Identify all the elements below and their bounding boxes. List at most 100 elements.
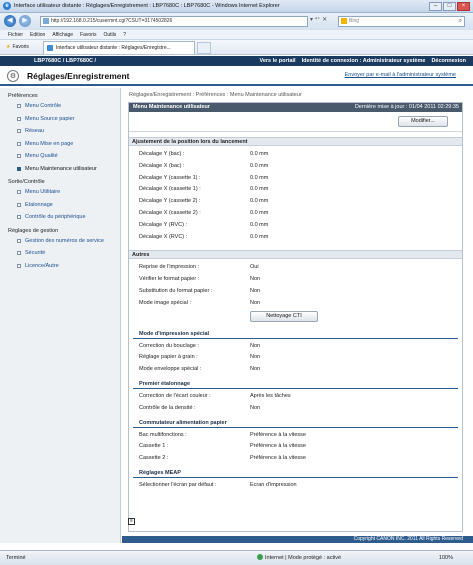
sidebar-section-gestion: Réglages de gestion xyxy=(8,227,59,234)
setting-label: Décalage Y (RVC) : xyxy=(139,221,187,228)
modify-row: Modifier... xyxy=(129,112,462,132)
address-text: http://192.168.0.215/cusermnt.cgi?CSUT=3… xyxy=(51,18,173,24)
sidebar-item-mise-en-page[interactable]: Menu Mise en page xyxy=(0,139,120,152)
menu-favorites[interactable]: Favoris xyxy=(80,30,96,39)
ie-icon: e xyxy=(3,2,11,10)
subsection-header-meap: Réglages MEAP xyxy=(133,469,458,478)
menu-view[interactable]: Affichage xyxy=(52,30,73,39)
sidebar-item-etalonnage[interactable]: Etalonnage xyxy=(0,200,120,213)
status-text: Terminé xyxy=(6,555,26,561)
setting-label: Correction du bouclage : xyxy=(139,342,199,349)
search-input[interactable]: Bing ⌕ xyxy=(338,16,465,27)
setting-row: Décalage X (RVC) : 0.0 mm xyxy=(129,232,462,244)
login-identity: Identité de connexion : Administrateur s… xyxy=(301,58,426,64)
page-top-icon[interactable]: ≡ xyxy=(128,518,135,525)
setting-row: Décalage X (cassette 2) : 0.0 mm xyxy=(129,208,462,220)
setting-row: Cassette 1 : Préférence à la vitesse xyxy=(129,441,462,453)
forward-button[interactable]: ▶ xyxy=(19,15,31,27)
setting-value: Non xyxy=(250,276,261,283)
sidebar-item-maintenance[interactable]: Menu Maintenance utilisateur xyxy=(0,164,120,177)
browser-tab[interactable]: Interface utilisateur distante : Réglage… xyxy=(43,41,195,54)
page-icon xyxy=(43,18,49,24)
search-placeholder: Bing xyxy=(349,18,360,24)
bullet-icon xyxy=(17,251,21,255)
globe-icon xyxy=(257,554,263,560)
sidebar-item-label: Etalonnage xyxy=(25,201,53,208)
subsection-header-commutateur: Commutateur alimentation papier xyxy=(133,419,458,428)
setting-row: Contrôle de la densité : Non xyxy=(129,403,462,415)
back-button[interactable]: ◀ xyxy=(4,15,16,27)
logout-link[interactable]: Déconnexion xyxy=(431,56,466,66)
setting-value: 0.0 mm xyxy=(250,186,269,193)
setting-row: Décalage Y (bac) : 0.0 mm xyxy=(129,149,462,161)
minimize-button[interactable]: – xyxy=(429,2,442,11)
main-content: Réglages/Enregistrement : Préférences : … xyxy=(122,88,473,543)
menu-bar: Fichier Edition Affichage Favoris Outils… xyxy=(0,30,473,40)
portal-link[interactable]: Vers le portail xyxy=(259,56,295,66)
address-toolbar: ◀ ▶ http://192.168.0.215/cusermnt.cgi?CS… xyxy=(0,13,473,30)
setting-row: Mode enveloppe spécial : Non xyxy=(129,364,462,376)
tab-icon xyxy=(47,45,53,51)
star-icon: ★ xyxy=(6,44,11,50)
setting-value: Non xyxy=(250,366,261,373)
new-tab-button[interactable] xyxy=(197,42,211,54)
sidebar-item-reseau[interactable]: Réseau xyxy=(0,126,120,139)
cti-row: Nettoyage CTI xyxy=(129,310,462,325)
app-header: ⚙ Réglages/Enregistrement Envoyer par e-… xyxy=(0,66,473,86)
setting-label: Mode enveloppe spécial : xyxy=(139,366,202,373)
sidebar-item-controle-peripherique[interactable]: Contrôle du périphérique xyxy=(0,212,120,225)
bing-icon xyxy=(341,18,347,24)
setting-value: Préférence à la vitesse xyxy=(250,455,306,462)
setting-value: Non xyxy=(250,287,261,294)
sidebar-item-label: Menu Maintenance utilisateur xyxy=(25,165,97,172)
setting-label: Cassette 2 : xyxy=(139,455,169,462)
modify-button[interactable]: Modifier... xyxy=(398,116,448,127)
setting-label: Décalage X (RVC) : xyxy=(139,233,188,240)
window-titlebar: e Interface utilisateur distante : Régla… xyxy=(0,0,473,13)
cti-cleaning-button[interactable]: Nettoyage CTI xyxy=(250,310,318,322)
setting-row: Correction du bouclage : Non xyxy=(129,341,462,353)
setting-row: Mode image spécial : Non xyxy=(129,298,462,310)
setting-value: Non xyxy=(250,404,261,411)
sidebar-item-menu-controle[interactable]: Menu Contrôle xyxy=(0,101,120,114)
menu-edit[interactable]: Edition xyxy=(30,30,45,39)
search-icon[interactable]: ⌕ xyxy=(459,17,462,26)
menu-help[interactable]: ? xyxy=(123,30,126,39)
maximize-button[interactable]: □ xyxy=(443,2,456,11)
menu-tools[interactable]: Outils xyxy=(103,30,116,39)
sidebar-item-label: Menu Mise en page xyxy=(25,140,74,147)
refresh-stop-icons[interactable]: ▾ ⁴⁺ ✕ xyxy=(310,16,327,23)
favorites-button[interactable]: ★ Favoris xyxy=(6,43,29,51)
sidebar-item-label: Menu Contrôle xyxy=(25,103,62,109)
subsection-header-mode-impression: Mode d'impression spécial xyxy=(133,330,458,339)
window-controls: – □ × xyxy=(429,2,470,11)
zoom-level[interactable]: 100% xyxy=(439,551,453,565)
setting-value: Préférence à la vitesse xyxy=(250,431,306,438)
mail-admin-link[interactable]: Envoyer par e-mail à l'administrateur sy… xyxy=(345,72,456,78)
sidebar-item-qualite[interactable]: Menu Qualité xyxy=(0,151,120,164)
security-zone-label: Internet | Mode protégé : activé xyxy=(265,555,342,561)
panel-title: Menu Maintenance utilisateur xyxy=(133,104,211,110)
window-title: Interface utilisateur distante : Réglage… xyxy=(14,3,280,9)
setting-label: Décalage X (cassette 2) : xyxy=(139,209,201,216)
setting-label: Décalage Y (cassette 1) : xyxy=(139,174,201,181)
setting-row: Décalage X (cassette 1) : 0.0 mm xyxy=(129,184,462,196)
setting-label: Substitution du format papier : xyxy=(139,287,213,294)
sidebar-item-label: Menu Utilitaire xyxy=(25,189,61,195)
sidebar-item-numeros-service[interactable]: Gestion des numéros de service xyxy=(0,236,120,249)
setting-label: Décalage X (bac) : xyxy=(139,162,185,169)
sidebar-item-licence[interactable]: Licence/Autre xyxy=(0,261,120,274)
setting-row: Cassette 2 : Préférence à la vitesse xyxy=(129,453,462,465)
sidebar-item-securite[interactable]: Sécurité xyxy=(0,248,120,261)
setting-value: 0.0 mm xyxy=(250,162,269,169)
address-bar[interactable]: http://192.168.0.215/cusermnt.cgi?CSUT=3… xyxy=(40,16,308,27)
sidebar-item-utilitaire[interactable]: Menu Utilitaire xyxy=(0,187,120,200)
setting-label: Bac multifonctions : xyxy=(139,431,187,438)
sidebar-section-sortie: Sortie/Contrôle xyxy=(8,179,45,185)
sidebar-item-source-papier[interactable]: Menu Source papier xyxy=(0,114,120,127)
sidebar-item-label: Menu Source papier xyxy=(25,115,75,122)
menu-file[interactable]: Fichier xyxy=(8,30,23,39)
setting-row: Sélectionner l'écran par défaut : Ecran d… xyxy=(129,480,462,492)
setting-value: Non xyxy=(250,342,261,349)
close-button[interactable]: × xyxy=(457,2,470,11)
